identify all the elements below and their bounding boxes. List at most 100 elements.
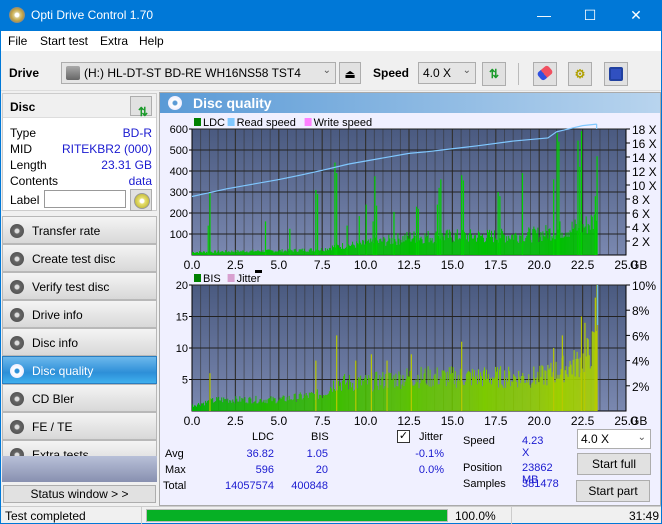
legend-label: Write speed [314, 117, 373, 129]
bis-bar [262, 401, 264, 411]
ldc-bar [426, 235, 428, 255]
ldc-bar [341, 248, 343, 255]
eject-button[interactable]: ⏏ [339, 62, 361, 84]
ldc-bar [396, 245, 398, 255]
ldc-spike [393, 211, 395, 255]
menu-extra[interactable]: Extra [100, 34, 128, 48]
bis-bar [388, 372, 390, 411]
bis-bar [217, 398, 219, 411]
bis-bar [284, 401, 286, 411]
bis-bar [467, 370, 469, 411]
nav-item-fe-te[interactable]: FE / TE [2, 412, 157, 440]
ldc-bar [312, 249, 314, 255]
disc-quality-icon [168, 96, 182, 110]
disc-type-label: Type [10, 126, 37, 140]
bis-bar [527, 382, 529, 411]
ldc-bar [378, 242, 380, 255]
nav-item-transfer-rate[interactable]: Transfer rate [2, 216, 157, 244]
disc-refresh-button[interactable]: ⇅ [130, 96, 152, 119]
ldc-bar [458, 238, 460, 255]
ldc-bar [271, 250, 273, 255]
nav-item-disc-quality[interactable]: Disc quality [2, 356, 157, 384]
ldc-bar [350, 246, 352, 255]
ldc-spike [289, 228, 291, 255]
legend-swatch [227, 274, 235, 282]
ldc-bar [586, 233, 588, 255]
ldc-spike [376, 205, 378, 255]
progress-percent: 100.0% [455, 509, 496, 523]
bis-bar [222, 402, 224, 411]
y-tick-label: 600 [170, 124, 188, 136]
bis-bar [582, 353, 584, 411]
bis-bar [354, 389, 356, 411]
menu-start-test[interactable]: Start test [40, 34, 88, 48]
menu-file[interactable]: File [8, 34, 27, 48]
refresh-arrows-icon: ⇅ [138, 105, 149, 119]
drive-select[interactable]: (H:) HL-DT-ST BD-RE WH16NS58 TST4 ⌄ [61, 62, 336, 84]
minimize-button[interactable]: — [521, 0, 567, 31]
ldc-bar [252, 249, 254, 255]
ldc-bar [348, 244, 350, 255]
start-part-button[interactable]: Start part [576, 480, 650, 502]
ldc-bar [300, 249, 302, 255]
x-tick-label: 2.5 [227, 414, 244, 428]
nav-item-cd-bler[interactable]: CD Bler [2, 384, 157, 412]
bis-bar [397, 386, 399, 411]
ldc-bar [405, 240, 407, 255]
ldc-bar [369, 242, 371, 255]
nav-item-verify-test-disc[interactable]: Verify test disc [2, 272, 157, 300]
start-full-button[interactable]: Start full [577, 453, 651, 475]
bis-bar [283, 395, 285, 411]
ldc-bar [215, 250, 217, 255]
bis-bar [425, 383, 427, 411]
x-tick-label: 0.0 [184, 414, 201, 428]
disc-info-panel: Disc ⇅ Type BD-R MID RITEKBR2 (000) Length… [2, 93, 157, 211]
ldc-bar [236, 251, 238, 255]
ldc-spike [372, 221, 374, 255]
ldc-bar [361, 244, 363, 255]
bis-bar [507, 381, 509, 411]
ldc-bar [509, 238, 511, 255]
close-button[interactable]: ✕ [613, 0, 659, 31]
nav-item-drive-info[interactable]: Drive info [2, 300, 157, 328]
bis-bar [422, 379, 424, 411]
status-separator [141, 507, 142, 524]
y2-tick-label: 16 X [632, 137, 657, 151]
ldc-bar [384, 238, 386, 255]
bis-spike [336, 335, 338, 411]
ldc-bar [563, 236, 565, 255]
ldc-bar [550, 240, 552, 255]
test-speed-select[interactable]: 4.0 X ⌄ [577, 429, 651, 449]
menu-help[interactable]: Help [139, 34, 164, 48]
bis-bar [286, 397, 288, 411]
ldc-bar [249, 251, 251, 255]
nav-item-create-test-disc[interactable]: Create test disc [2, 244, 157, 272]
disc-label-input[interactable] [44, 190, 126, 208]
toolbar-separator [518, 63, 519, 85]
bis-bar [351, 387, 353, 411]
nav-item-disc-info[interactable]: Disc info [2, 328, 157, 356]
bis-bar [215, 401, 217, 411]
x-tick-label: 0.0 [184, 258, 201, 272]
maximize-button[interactable]: ☐ [567, 0, 613, 31]
avg-bis-value: 1.05 [306, 448, 328, 460]
ldc-bar [383, 236, 385, 255]
bis-bar [423, 373, 425, 411]
ldc-bar [268, 249, 270, 255]
speed-select[interactable]: 4.0 X ⌄ [418, 62, 476, 84]
bis-bar [521, 375, 523, 411]
settings-button[interactable]: ⚙ [568, 62, 592, 86]
disc-label-row: Label [10, 193, 44, 209]
ldc-bar [213, 252, 215, 255]
save-button[interactable] [604, 62, 628, 86]
erase-button[interactable] [533, 62, 557, 86]
y-tick-label: 500 [170, 145, 188, 157]
jitter-checkbox[interactable]: ✓ [397, 430, 410, 443]
status-window-button[interactable]: Status window > > [3, 485, 156, 503]
bis-bar [585, 356, 587, 411]
nav-item-label: Disc info [32, 336, 79, 350]
x-tick-label: 15.0 [441, 414, 465, 428]
refresh-button[interactable]: ⇅ [482, 62, 506, 86]
disc-label-button[interactable] [130, 189, 152, 211]
bis-bar [525, 382, 527, 411]
